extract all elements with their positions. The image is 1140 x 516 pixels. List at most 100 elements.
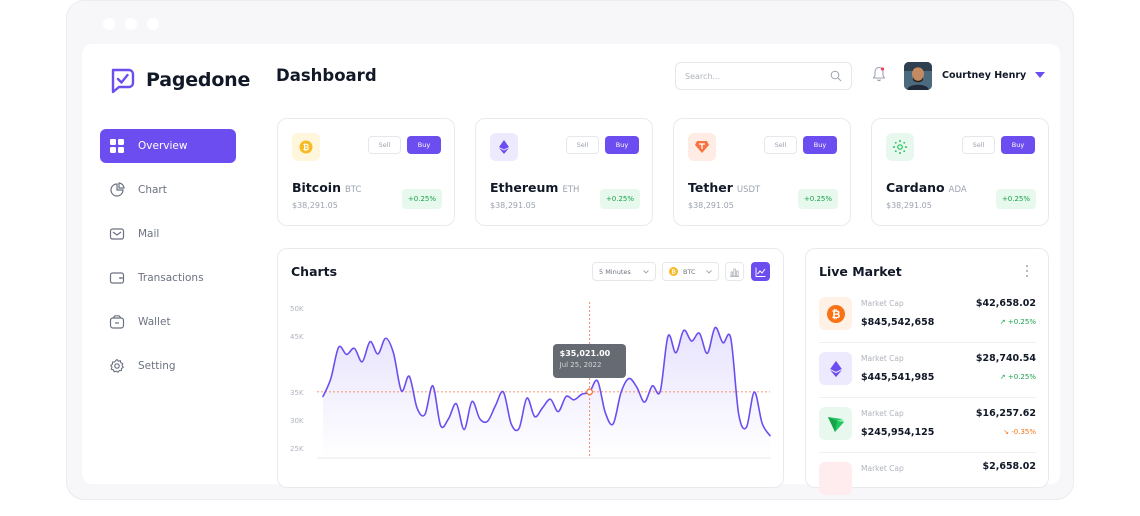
highlight-point[interactable] [586, 388, 594, 396]
bitcoin-icon: ₿ [292, 133, 320, 161]
buy-button[interactable]: Buy [1001, 136, 1035, 154]
row-divider [819, 452, 1036, 453]
sidebar-item-chart[interactable]: Chart [100, 173, 236, 207]
area-fill [323, 327, 770, 458]
search-box[interactable] [675, 62, 852, 90]
live-market-title: Live Market [819, 264, 902, 279]
price-line-chart: 50K 45K 35K 30K 25K [290, 302, 771, 459]
market-row[interactable]: Market Cap $445,541,985 $28,740.54 ↗ +0.… [819, 352, 1036, 406]
market-cap-value: $445,541,985 [861, 372, 935, 383]
market-cap-label: Market Cap [861, 299, 904, 308]
tether-icon [688, 133, 716, 161]
ethereum-icon [490, 133, 518, 161]
market-price: $28,740.54 [975, 353, 1036, 364]
market-row[interactable]: Market Cap $245,954,125 $16,257.62 ↘ -0.… [819, 407, 1036, 461]
svg-text:₿: ₿ [831, 308, 840, 321]
chevron-down-icon [706, 269, 712, 274]
market-change: ↗ +0.25% [999, 318, 1036, 326]
sidebar-item-label: Transactions [138, 272, 204, 284]
buy-button[interactable]: Buy [605, 136, 639, 154]
chevron-down-icon [643, 269, 649, 274]
card-icon [109, 272, 125, 284]
coin-ticker: ADA [948, 185, 967, 195]
sell-button[interactable]: Sell [368, 136, 401, 154]
coin-card-ethereum: Sell Buy Ethereum ETH $38,291.05 +0.25% [475, 118, 653, 226]
market-change: ↘ -0.35% [1003, 428, 1036, 436]
search-input[interactable] [685, 71, 825, 81]
sidebar-item-label: Chart [138, 184, 167, 196]
brand-logo[interactable]: Pagedone [108, 66, 250, 94]
window-dot-maximize[interactable] [147, 18, 159, 30]
y-tick-label: 45K [290, 333, 304, 341]
coin-name: Tether USDT [688, 180, 761, 195]
y-tick-label: 50K [290, 305, 304, 313]
change-badge: +0.25% [402, 189, 442, 209]
mail-icon [109, 228, 125, 240]
coin-name: Bitcoin BTC [292, 180, 362, 195]
coin-ticker: BTC [344, 185, 362, 195]
sidebar-item-transactions[interactable]: Transactions [100, 261, 236, 295]
avatar-image [904, 62, 932, 90]
chevron-down-icon[interactable] [1035, 72, 1045, 78]
change-badge: +0.25% [996, 189, 1036, 209]
market-row[interactable]: ₿ Market Cap $845,542,658 $42,658.02 ↗ +… [819, 297, 1036, 351]
coin-card-tether: Sell Buy Tether USDT $38,291.05 +0.25% [673, 118, 851, 226]
row-divider [819, 397, 1036, 398]
market-cap-label: Market Cap [861, 354, 904, 363]
coin-select[interactable]: ₿ BTC [662, 262, 719, 281]
interval-value: 5 Minutes [599, 267, 631, 276]
line-chart-icon [755, 267, 766, 277]
sidebar-item-label: Mail [138, 228, 160, 240]
buy-button[interactable]: Buy [803, 136, 837, 154]
user-name[interactable]: Courtney Henry [942, 70, 1026, 81]
bell-icon[interactable] [872, 66, 886, 82]
more-options-icon[interactable] [1025, 264, 1029, 278]
y-tick-label: 35K [290, 389, 304, 397]
pie-chart-icon [110, 182, 125, 197]
sell-button[interactable]: Sell [764, 136, 797, 154]
row-divider [819, 342, 1036, 343]
sidebar-item-wallet[interactable]: Wallet [100, 305, 236, 339]
window-dot-minimize[interactable] [125, 18, 137, 30]
search-icon[interactable] [830, 70, 842, 82]
tooltip-value: $35,021.00 [559, 348, 611, 358]
y-tick-label: 25K [290, 445, 304, 453]
sell-button[interactable]: Sell [962, 136, 995, 154]
coin-price: $38,291.05 [886, 201, 932, 210]
grid-icon [110, 139, 124, 153]
ethereum-icon [819, 352, 852, 385]
sell-button[interactable]: Sell [566, 136, 599, 154]
sidebar-item-label: Overview [138, 140, 188, 152]
line-chart-toggle[interactable] [751, 262, 770, 281]
tooltip-date: Jul 25, 2022 [559, 360, 602, 369]
coin-card-bitcoin: ₿ Sell Buy Bitcoin BTC $38,291.05 +0.25% [277, 118, 455, 226]
trend-up-icon: ↗ [999, 318, 1008, 326]
interval-select[interactable]: 5 Minutes [592, 262, 656, 281]
coin-price: $38,291.05 [490, 201, 536, 210]
change-badge: +0.25% [600, 189, 640, 209]
market-row[interactable]: Market Cap $2,658.02 [819, 461, 1037, 516]
trend-up-icon: ↗ [999, 373, 1008, 381]
market-price: $2,658.02 [982, 461, 1037, 472]
bitcoin-icon: ₿ [819, 297, 852, 330]
coin-price: $38,291.05 [292, 201, 338, 210]
change-badge: +0.25% [798, 189, 838, 209]
window-dot-close[interactable] [103, 18, 115, 30]
coin-name: Cardano ADA [886, 180, 967, 195]
charts-title: Charts [291, 264, 338, 279]
sidebar-item-overview[interactable]: Overview [100, 129, 236, 163]
avatar[interactable] [904, 62, 932, 90]
market-cap-label: Market Cap [861, 409, 904, 418]
coin-icon [819, 462, 852, 495]
bitcoin-icon: ₿ [669, 267, 678, 276]
sidebar-item-setting[interactable]: Setting [100, 349, 236, 383]
cardano-icon [886, 133, 914, 161]
chart-tooltip: $35,021.00 Jul 25, 2022 [552, 343, 626, 378]
coin-ticker: ETH [562, 185, 580, 195]
buy-button[interactable]: Buy [407, 136, 441, 154]
sidebar-item-mail[interactable]: Mail [100, 217, 236, 251]
bar-chart-toggle[interactable] [725, 262, 744, 281]
svg-text:₿: ₿ [671, 269, 676, 276]
coin-card-cardano: Sell Buy Cardano ADA $38,291.05 +0.25% [871, 118, 1049, 226]
y-tick-label: 30K [290, 417, 304, 425]
